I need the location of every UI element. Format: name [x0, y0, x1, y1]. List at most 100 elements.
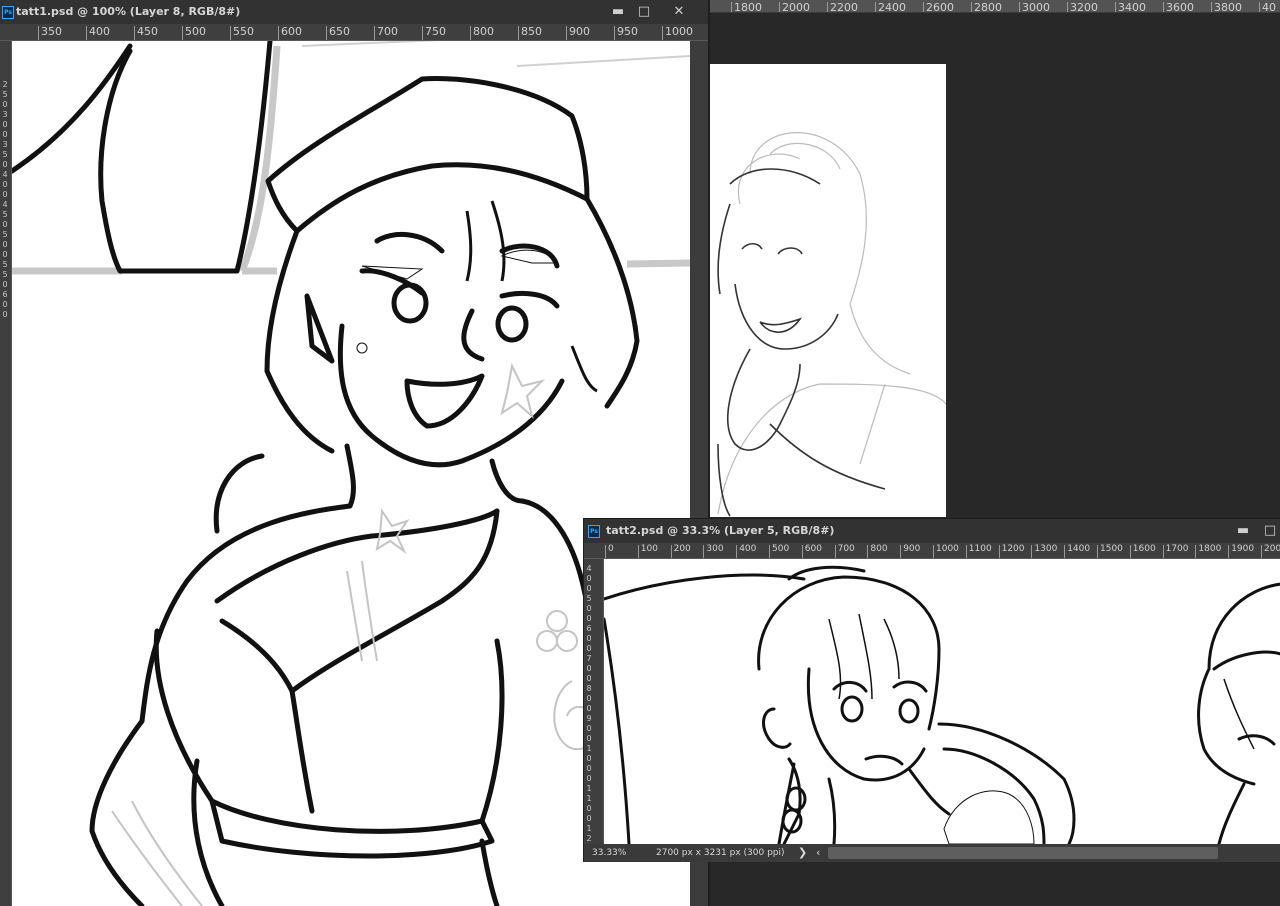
window1-vruler-tick-label: 0	[2, 100, 8, 109]
background-ruler-tick-mark	[827, 2, 828, 12]
background-ruler-tick-mark	[1211, 2, 1212, 12]
background-ruler-tick-label: 2600	[926, 1, 954, 13]
window2-canvas[interactable]	[604, 559, 1280, 844]
window1-vruler-tick-label: 5	[2, 90, 8, 99]
window2-ruler-tick-label: 2000	[1264, 544, 1280, 554]
window1-vruler-tick-label: 0	[2, 120, 8, 129]
window2-ruler-tick-mark	[965, 545, 967, 558]
window2-vruler-tick-label: 0	[586, 804, 592, 813]
window1-vruler-tick-label: 5	[2, 230, 8, 239]
window2-horizontal-ruler: 0 100 200 300 400 500 600 700 800 900 1000 1100 1200…	[584, 543, 1280, 559]
scroll-left-icon[interactable]: ‹	[816, 844, 820, 862]
window2-ruler-tick-mark	[605, 545, 606, 558]
window2-vruler-tick-label: 0	[586, 724, 592, 733]
window2-titlebar[interactable]: Ps tatt2.psd @ 33.3% (Layer 5, RGB/8#) ▬…	[584, 519, 1280, 543]
window1-vertical-ruler: 250300350400450500550600	[0, 41, 12, 906]
window1-vruler-tick-label: 0	[2, 180, 8, 189]
window1-ruler-tick-label: 500	[185, 25, 206, 38]
window2-ruler-tick-mark	[834, 545, 836, 558]
window2-ruler-tick-mark	[867, 545, 869, 558]
window1-vruler-tick-label: 6	[2, 290, 8, 299]
window2-ruler-tick-label: 1100	[968, 544, 992, 554]
window1-ruler-tick-mark	[662, 26, 663, 40]
status-expand-icon[interactable]: ❯	[798, 844, 807, 862]
window1-vruler-tick-label: 0	[2, 240, 8, 249]
maximize-icon[interactable]: □	[633, 3, 655, 21]
window2-vruler-tick-label: 0	[586, 644, 592, 653]
window2-ruler-tick-mark	[1228, 545, 1230, 558]
window1-vruler-tick-label: 4	[2, 200, 8, 209]
background-ruler-tick-mark	[1259, 2, 1260, 12]
window1-ruler-tick-mark	[422, 26, 423, 40]
window1-vruler-tick-label: 5	[2, 260, 8, 269]
window1-ruler-tick-label: 750	[425, 25, 446, 38]
window2-vruler-tick-label: 6	[586, 624, 592, 633]
window2-ruler-tick-label: 1800	[1198, 544, 1222, 554]
window2-vruler-tick-label: 1	[586, 794, 592, 803]
window2-vruler-tick-label: 8	[586, 684, 592, 693]
zoom-level[interactable]: 33.33%	[592, 844, 626, 862]
window2-ruler-tick-mark	[1162, 545, 1164, 558]
background-ruler-tick-label: 3600	[1166, 1, 1194, 13]
window2-horizontal-scrollbar[interactable]	[828, 847, 1218, 859]
window2-ruler-tick-mark	[998, 545, 1000, 558]
window2-vruler-tick-label: 0	[586, 634, 592, 643]
background-ruler-tick-mark	[971, 2, 972, 12]
window2-vruler-tick-label: 0	[586, 614, 592, 623]
background-ruler-tick-label: 2200	[830, 1, 858, 13]
document-window-tatt2[interactable]: Ps tatt2.psd @ 33.3% (Layer 5, RGB/8#) ▬…	[583, 518, 1280, 862]
window2-ruler-tick-mark	[900, 545, 902, 558]
background-ruler-tick-label: 3800	[1214, 1, 1242, 13]
window2-vruler-tick-label: 5	[586, 594, 592, 603]
window2-ruler-tick-label: 1000	[936, 544, 959, 554]
window1-ruler-tick-label: 450	[137, 25, 158, 38]
window2-ruler-tick-label: 800	[870, 544, 888, 554]
window2-status-bar: 33.33% 2700 px x 3231 px (300 ppi) ❯ ‹	[584, 844, 1280, 862]
window1-vruler-tick-label: 0	[2, 130, 8, 139]
window2-vruler-tick-label: 0	[586, 764, 592, 773]
maximize-icon[interactable]: □	[1259, 522, 1280, 540]
window2-ruler-tick-label: 1200	[1001, 544, 1025, 554]
background-ruler-tick-mark	[779, 2, 780, 12]
window1-ruler-tick-label: 400	[89, 25, 110, 38]
window2-ruler-tick-label: 400	[739, 544, 757, 554]
window1-vruler-tick-label: 0	[2, 190, 8, 199]
window1-ruler-tick-label: 900	[569, 25, 590, 38]
window1-vruler-tick-label: 0	[2, 220, 8, 229]
close-icon[interactable]: ✕	[668, 3, 690, 21]
window1-vruler-tick-label: 0	[2, 280, 8, 289]
window2-ruler-tick-label: 1300	[1034, 544, 1058, 554]
window2-vruler-tick-label: 0	[586, 584, 592, 593]
window1-ruler-tick-mark	[326, 26, 327, 40]
window2-ruler-tick-mark	[736, 545, 738, 558]
lineart-two-figures	[604, 565, 1280, 844]
window2-vruler-tick-label: 0	[586, 604, 592, 613]
window1-title: tatt1.psd @ 100% (Layer 8, RGB/8#)	[16, 5, 241, 18]
window2-ruler-tick-label: 100	[640, 544, 658, 554]
window1-vruler-tick-label: 5	[2, 210, 8, 219]
window2-ruler-tick-mark	[1195, 545, 1197, 558]
window2-ruler-tick-mark	[1031, 545, 1033, 558]
background-horizontal-ruler: 1800 2000 2200 2400 2600 2800 3000 3200 3400 3600…	[708, 0, 1280, 13]
window2-ruler-tick-mark	[1064, 545, 1066, 558]
background-document-canvas[interactable]	[710, 64, 947, 517]
window2-title: tatt2.psd @ 33.3% (Layer 5, RGB/8#)	[606, 524, 835, 537]
window2-vruler-tick-label: 1	[586, 784, 592, 793]
minimize-icon[interactable]: ▬	[607, 3, 629, 21]
minimize-icon[interactable]: ▬	[1232, 522, 1254, 540]
window1-ruler-tick-mark	[134, 26, 135, 40]
window1-ruler-tick-mark	[278, 26, 279, 40]
window1-vruler-tick-label: 0	[2, 310, 8, 319]
window2-ruler-tick-label: 700	[837, 544, 855, 554]
window1-ruler-tick-mark	[566, 26, 567, 40]
window2-vruler-tick-label: 7	[586, 654, 592, 663]
window1-titlebar[interactable]: Ps tatt1.psd @ 100% (Layer 8, RGB/8#) ▬ …	[0, 0, 708, 24]
window1-ruler-tick-mark	[518, 26, 519, 40]
window2-ruler-tick-label: 1700	[1165, 544, 1189, 554]
window1-vruler-tick-label: 5	[2, 150, 8, 159]
window1-ruler-tick-label: 550	[233, 25, 254, 38]
window2-ruler-tick-label: 500	[772, 544, 790, 554]
window1-vruler-tick-label: 4	[2, 170, 8, 179]
window1-ruler-tick-mark	[374, 26, 375, 40]
window2-ruler-tick-mark	[1097, 545, 1098, 558]
